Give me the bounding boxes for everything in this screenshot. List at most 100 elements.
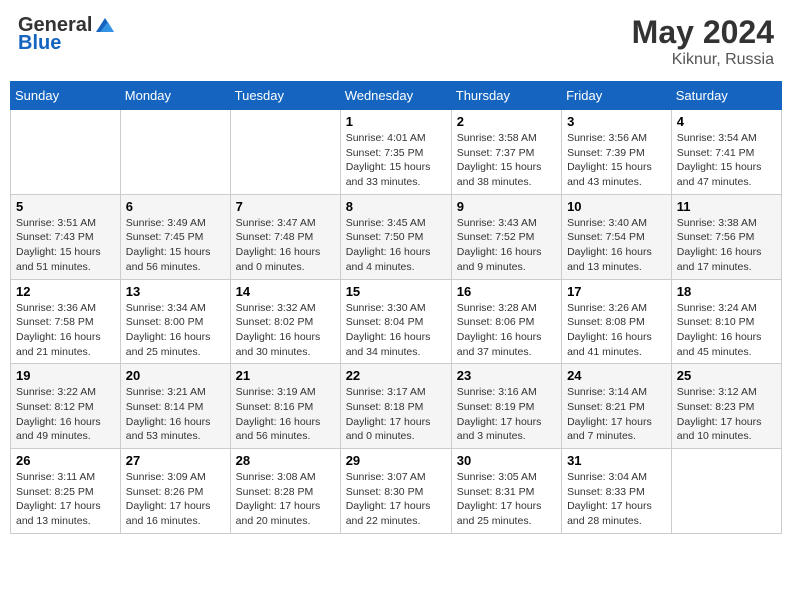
- day-number: 16: [457, 284, 556, 299]
- day-info: Sunrise: 3:45 AM Sunset: 7:50 PM Dayligh…: [346, 216, 446, 275]
- day-number: 23: [457, 368, 556, 383]
- day-number: 9: [457, 199, 556, 214]
- logo-icon: [94, 14, 116, 36]
- calendar-cell: 16 Sunrise: 3:28 AM Sunset: 8:06 PM Dayli…: [451, 279, 561, 364]
- logo: General Blue: [18, 14, 116, 54]
- day-info: Sunrise: 3:38 AM Sunset: 7:56 PM Dayligh…: [677, 216, 776, 275]
- day-info: Sunrise: 3:08 AM Sunset: 8:28 PM Dayligh…: [236, 470, 335, 529]
- weekday-header: Tuesday: [230, 82, 340, 110]
- day-number: 5: [16, 199, 115, 214]
- day-number: 3: [567, 114, 666, 129]
- day-info: Sunrise: 3:58 AM Sunset: 7:37 PM Dayligh…: [457, 131, 556, 190]
- calendar-cell: 13 Sunrise: 3:34 AM Sunset: 8:00 PM Dayli…: [120, 279, 230, 364]
- calendar-cell: 10 Sunrise: 3:40 AM Sunset: 7:54 PM Dayli…: [562, 194, 672, 279]
- day-number: 11: [677, 199, 776, 214]
- day-info: Sunrise: 3:21 AM Sunset: 8:14 PM Dayligh…: [126, 385, 225, 444]
- calendar-cell: 11 Sunrise: 3:38 AM Sunset: 7:56 PM Dayli…: [671, 194, 781, 279]
- calendar-cell: 24 Sunrise: 3:14 AM Sunset: 8:21 PM Dayli…: [562, 364, 672, 449]
- calendar-cell: 15 Sunrise: 3:30 AM Sunset: 8:04 PM Dayli…: [340, 279, 451, 364]
- day-info: Sunrise: 3:09 AM Sunset: 8:26 PM Dayligh…: [126, 470, 225, 529]
- calendar-cell: 22Sunrise: 3:17 AM Sunset: 8:18 PM Dayli…: [340, 364, 451, 449]
- day-number: 4: [677, 114, 776, 129]
- day-info: Sunrise: 3:49 AM Sunset: 7:45 PM Dayligh…: [126, 216, 225, 275]
- day-info: Sunrise: 3:05 AM Sunset: 8:31 PM Dayligh…: [457, 470, 556, 529]
- day-info: Sunrise: 3:34 AM Sunset: 8:00 PM Dayligh…: [126, 301, 225, 360]
- day-number: 18: [677, 284, 776, 299]
- calendar-week-row: 12 Sunrise: 3:36 AM Sunset: 7:58 PM Dayli…: [11, 279, 782, 364]
- weekday-header: Friday: [562, 82, 672, 110]
- title-block: May 2024 Kiknur, Russia: [632, 14, 774, 69]
- day-info: Sunrise: 3:36 AM Sunset: 7:58 PM Dayligh…: [16, 301, 115, 360]
- calendar-cell: 17 Sunrise: 3:26 AM Sunset: 8:08 PM Dayli…: [562, 279, 672, 364]
- day-number: 28: [236, 453, 335, 468]
- calendar-cell: 6Sunrise: 3:49 AM Sunset: 7:45 PM Daylig…: [120, 194, 230, 279]
- calendar-cell: 31Sunrise: 3:04 AM Sunset: 8:33 PM Dayli…: [562, 449, 672, 534]
- day-info: Sunrise: 3:07 AM Sunset: 8:30 PM Dayligh…: [346, 470, 446, 529]
- weekday-header: Monday: [120, 82, 230, 110]
- day-info: Sunrise: 3:40 AM Sunset: 7:54 PM Dayligh…: [567, 216, 666, 275]
- weekday-header: Thursday: [451, 82, 561, 110]
- calendar-week-row: 5 Sunrise: 3:51 AM Sunset: 7:43 PM Daylig…: [11, 194, 782, 279]
- calendar-cell: 19 Sunrise: 3:22 AM Sunset: 8:12 PM Dayli…: [11, 364, 121, 449]
- calendar-cell: 25 Sunrise: 3:12 AM Sunset: 8:23 PM Dayli…: [671, 364, 781, 449]
- day-number: 15: [346, 284, 446, 299]
- day-number: 29: [346, 453, 446, 468]
- calendar-week-row: 19 Sunrise: 3:22 AM Sunset: 8:12 PM Dayli…: [11, 364, 782, 449]
- day-number: 26: [16, 453, 115, 468]
- calendar-cell: 21Sunrise: 3:19 AM Sunset: 8:16 PM Dayli…: [230, 364, 340, 449]
- day-info: Sunrise: 3:47 AM Sunset: 7:48 PM Dayligh…: [236, 216, 335, 275]
- day-info: Sunrise: 3:12 AM Sunset: 8:23 PM Dayligh…: [677, 385, 776, 444]
- calendar-cell: 8 Sunrise: 3:45 AM Sunset: 7:50 PM Daylig…: [340, 194, 451, 279]
- calendar-cell: [120, 110, 230, 195]
- calendar-cell: 26 Sunrise: 3:11 AM Sunset: 8:25 PM Dayli…: [11, 449, 121, 534]
- day-number: 12: [16, 284, 115, 299]
- calendar-cell: 3 Sunrise: 3:56 AM Sunset: 7:39 PM Daylig…: [562, 110, 672, 195]
- day-number: 10: [567, 199, 666, 214]
- calendar-cell: 27 Sunrise: 3:09 AM Sunset: 8:26 PM Dayli…: [120, 449, 230, 534]
- day-number: 30: [457, 453, 556, 468]
- calendar-cell: [230, 110, 340, 195]
- calendar-cell: 12 Sunrise: 3:36 AM Sunset: 7:58 PM Dayli…: [11, 279, 121, 364]
- calendar-cell: 18 Sunrise: 3:24 AM Sunset: 8:10 PM Dayli…: [671, 279, 781, 364]
- day-number: 27: [126, 453, 225, 468]
- day-number: 8: [346, 199, 446, 214]
- day-info: Sunrise: 3:28 AM Sunset: 8:06 PM Dayligh…: [457, 301, 556, 360]
- calendar-table: SundayMondayTuesdayWednesdayThursdayFrid…: [10, 81, 782, 534]
- location-title: Kiknur, Russia: [632, 51, 774, 69]
- calendar-cell: 5 Sunrise: 3:51 AM Sunset: 7:43 PM Daylig…: [11, 194, 121, 279]
- calendar-cell: 9Sunrise: 3:43 AM Sunset: 7:52 PM Daylig…: [451, 194, 561, 279]
- day-number: 14: [236, 284, 335, 299]
- calendar-cell: 29 Sunrise: 3:07 AM Sunset: 8:30 PM Dayli…: [340, 449, 451, 534]
- day-number: 19: [16, 368, 115, 383]
- calendar-cell: 28 Sunrise: 3:08 AM Sunset: 8:28 PM Dayli…: [230, 449, 340, 534]
- day-number: 17: [567, 284, 666, 299]
- day-info: Sunrise: 3:24 AM Sunset: 8:10 PM Dayligh…: [677, 301, 776, 360]
- day-info: Sunrise: 3:19 AM Sunset: 8:16 PM Dayligh…: [236, 385, 335, 444]
- month-title: May 2024: [632, 14, 774, 51]
- day-number: 24: [567, 368, 666, 383]
- day-number: 7: [236, 199, 335, 214]
- day-info: Sunrise: 3:14 AM Sunset: 8:21 PM Dayligh…: [567, 385, 666, 444]
- calendar-cell: 23Sunrise: 3:16 AM Sunset: 8:19 PM Dayli…: [451, 364, 561, 449]
- weekday-header-row: SundayMondayTuesdayWednesdayThursdayFrid…: [11, 82, 782, 110]
- day-info: Sunrise: 3:30 AM Sunset: 8:04 PM Dayligh…: [346, 301, 446, 360]
- day-info: Sunrise: 3:17 AM Sunset: 8:18 PM Dayligh…: [346, 385, 446, 444]
- calendar-week-row: 1 Sunrise: 4:01 AM Sunset: 7:35 PM Daylig…: [11, 110, 782, 195]
- day-info: Sunrise: 4:01 AM Sunset: 7:35 PM Dayligh…: [346, 131, 446, 190]
- day-number: 25: [677, 368, 776, 383]
- weekday-header: Sunday: [11, 82, 121, 110]
- calendar-cell: [671, 449, 781, 534]
- day-number: 13: [126, 284, 225, 299]
- day-info: Sunrise: 3:11 AM Sunset: 8:25 PM Dayligh…: [16, 470, 115, 529]
- calendar-cell: 2Sunrise: 3:58 AM Sunset: 7:37 PM Daylig…: [451, 110, 561, 195]
- weekday-header: Wednesday: [340, 82, 451, 110]
- day-info: Sunrise: 3:22 AM Sunset: 8:12 PM Dayligh…: [16, 385, 115, 444]
- calendar-cell: 4 Sunrise: 3:54 AM Sunset: 7:41 PM Daylig…: [671, 110, 781, 195]
- calendar-cell: 7 Sunrise: 3:47 AM Sunset: 7:48 PM Daylig…: [230, 194, 340, 279]
- day-number: 1: [346, 114, 446, 129]
- day-info: Sunrise: 3:32 AM Sunset: 8:02 PM Dayligh…: [236, 301, 335, 360]
- day-info: Sunrise: 3:51 AM Sunset: 7:43 PM Dayligh…: [16, 216, 115, 275]
- day-info: Sunrise: 3:54 AM Sunset: 7:41 PM Dayligh…: [677, 131, 776, 190]
- day-info: Sunrise: 3:56 AM Sunset: 7:39 PM Dayligh…: [567, 131, 666, 190]
- day-info: Sunrise: 3:26 AM Sunset: 8:08 PM Dayligh…: [567, 301, 666, 360]
